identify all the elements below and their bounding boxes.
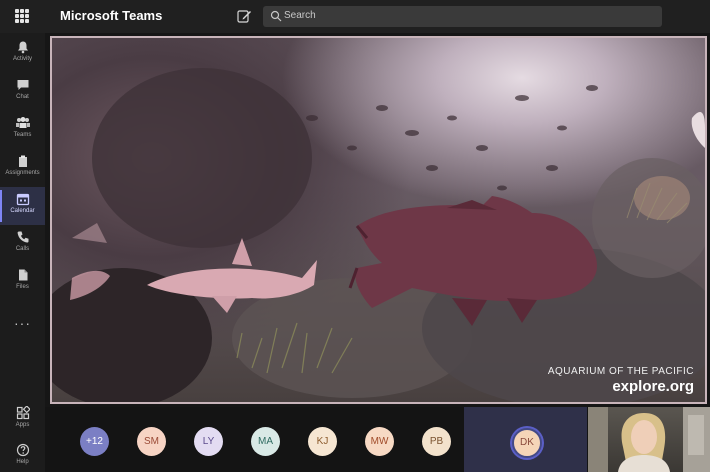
phone-icon: [17, 231, 28, 243]
participant-avatar[interactable]: SM: [137, 427, 166, 456]
app-title: Microsoft Teams: [60, 8, 163, 23]
rail-item-activity[interactable]: Activity: [0, 35, 45, 73]
rail-item-calendar[interactable]: Calendar: [0, 187, 45, 225]
shared-video[interactable]: AQUARIUM OF THE PACIFIC explore.org: [50, 36, 707, 404]
search-placeholder: Search: [284, 10, 316, 21]
participant-strip: +12 SM LY MA KJ MW PB DK: [45, 407, 710, 472]
more-apps-button[interactable]: ···: [14, 315, 31, 331]
meeting-stage: AQUARIUM OF THE PACIFIC explore.org: [45, 33, 710, 407]
rail-label-activity: Activity: [12, 56, 32, 62]
apps-icon: [16, 406, 30, 420]
help-icon: [16, 443, 29, 457]
rail-label-calls: Calls: [15, 246, 30, 252]
new-chat-icon[interactable]: [236, 8, 252, 24]
rail-item-help[interactable]: Help: [0, 438, 45, 472]
participant-avatar[interactable]: MW: [365, 427, 394, 456]
rail-label-assignments: Assignments: [5, 170, 40, 176]
rail-item-files[interactable]: Files: [0, 263, 45, 301]
rail-label-apps: Apps: [15, 422, 30, 428]
teams-icon: [15, 117, 30, 128]
search-input[interactable]: Search: [263, 6, 662, 27]
rail-label-help: Help: [16, 459, 29, 465]
video-caption-explore: explore.org: [612, 378, 694, 395]
rail-item-apps[interactable]: Apps: [0, 401, 45, 439]
active-speaker-tile[interactable]: DK: [464, 407, 587, 472]
search-icon: [270, 10, 282, 22]
rail-item-chat[interactable]: Chat: [0, 73, 45, 111]
self-video-tile[interactable]: [588, 407, 710, 472]
rail-label-files: Files: [16, 284, 29, 290]
app-rail: Activity Chat Teams Assignments Calendar…: [0, 33, 45, 472]
active-speaker-avatar: DK: [512, 428, 542, 458]
overflow-participants-button[interactable]: +12: [80, 427, 109, 456]
rail-label-chat: Chat: [16, 94, 29, 100]
rail-label-calendar: Calendar: [10, 208, 35, 214]
participant-avatar[interactable]: LY: [194, 427, 223, 456]
participant-avatar[interactable]: PB: [422, 427, 451, 456]
assignments-icon: [18, 155, 27, 167]
bell-icon: [17, 41, 28, 54]
title-bar: Microsoft Teams Search: [0, 0, 710, 33]
self-video-image: [588, 407, 710, 472]
rail-item-teams[interactable]: Teams: [0, 111, 45, 149]
participant-avatar[interactable]: MA: [251, 427, 280, 456]
file-icon: [18, 269, 27, 281]
rail-label-teams: Teams: [13, 132, 32, 138]
participant-avatar[interactable]: KJ: [308, 427, 337, 456]
teams-window: Microsoft Teams Search Activity Chat Tea…: [0, 0, 710, 472]
rail-item-assignments[interactable]: Assignments: [0, 149, 45, 187]
video-caption-aquarium: AQUARIUM OF THE PACIFIC: [547, 366, 694, 377]
calendar-icon: [16, 193, 29, 206]
app-launcher-icon[interactable]: [15, 9, 29, 23]
aquarium-scene-image: [52, 68, 705, 402]
rail-item-calls[interactable]: Calls: [0, 225, 45, 263]
chat-icon: [17, 80, 28, 90]
